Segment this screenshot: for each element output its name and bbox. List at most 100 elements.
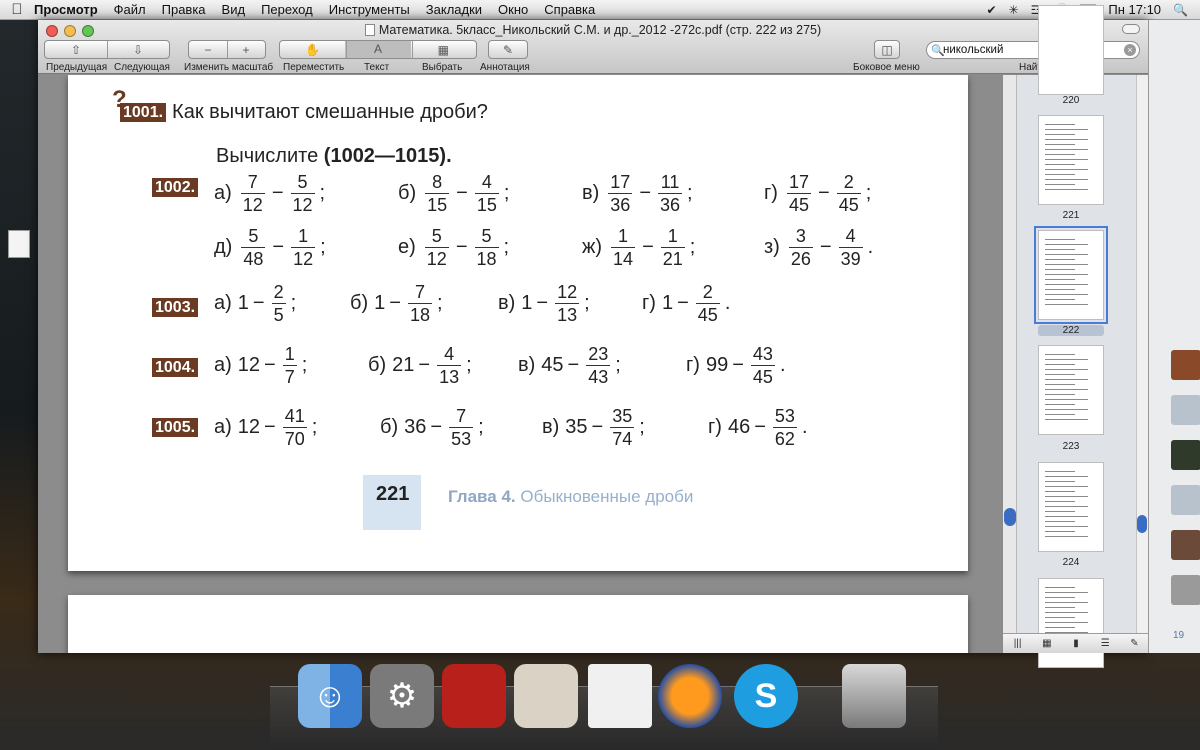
minus-sign: − [430, 416, 443, 438]
thumbnail-page-label[interactable]: 224 [1038, 557, 1104, 568]
thumbnail-page-label[interactable]: 220 [1038, 95, 1104, 106]
skype-icon[interactable]: S [734, 664, 798, 728]
minus-sign: − [389, 292, 401, 314]
page-thumbnail[interactable] [1038, 5, 1104, 95]
avatar[interactable] [1171, 530, 1200, 560]
problem-item: д) 5 48−1 12; [214, 227, 326, 268]
trash-icon[interactable] [842, 664, 906, 728]
zoom-label[interactable]: Изменить масштаб [184, 62, 273, 73]
photo-booth-icon[interactable] [442, 664, 506, 728]
punctuation: . [779, 354, 786, 376]
menu-window[interactable]: Окно [498, 2, 528, 17]
menu-app-name[interactable]: Просмотр [34, 2, 98, 17]
prev-page-icon[interactable]: ⇧ [45, 43, 107, 57]
desktop-file-icon[interactable] [8, 230, 30, 258]
denominator: 36 [608, 193, 633, 215]
notes-view-icon[interactable]: ✎ [1120, 638, 1149, 649]
pdf-page: ? 1001. Как вычитают смешанные дроби? Вы… [68, 75, 968, 571]
zoom-out-icon[interactable]: − [189, 43, 227, 57]
contents-view-icon[interactable]: ||| [1003, 638, 1032, 649]
annotation-label[interactable]: Аннотация [480, 62, 530, 73]
denominator: 43 [586, 365, 611, 387]
problem-item: г) 17 45−2 45; [764, 173, 871, 214]
firefox-icon[interactable] [658, 664, 722, 728]
thumb-view-icon[interactable]: ▮ [1061, 638, 1090, 649]
thumbnail-page-label[interactable]: 221 [1038, 210, 1104, 221]
bluetooth-icon[interactable]: ✳ [1009, 3, 1019, 17]
page-thumbnail[interactable] [1034, 226, 1108, 324]
move-tool-label[interactable]: Переместить [283, 62, 344, 73]
numerator: 2 [843, 172, 854, 192]
menu-bookmarks[interactable]: Закладки [426, 2, 482, 17]
sidebar-right-scrollbar[interactable] [1136, 75, 1148, 653]
clear-search-icon[interactable]: × [1124, 44, 1136, 56]
thumbnail-page-label[interactable]: 222 [1038, 325, 1104, 336]
menu-go[interactable]: Переход [261, 2, 313, 17]
sidebar-scrollbar[interactable] [1003, 75, 1017, 653]
select-tool-icon[interactable]: ▦ [411, 43, 476, 57]
page-thumbnail[interactable] [1038, 578, 1104, 668]
next-page-icon[interactable]: ⇩ [107, 43, 169, 57]
toolbar-toggle-button[interactable] [1122, 24, 1140, 34]
status-check-icon[interactable]: ✔ [987, 3, 997, 17]
search-field[interactable]: 🔍 никольский × [926, 41, 1140, 59]
item-letter: а) [214, 182, 232, 204]
punctuation: ; [503, 236, 510, 258]
minus-sign: − [271, 182, 284, 204]
apple-menu-icon[interactable]:  [0, 1, 34, 18]
punctuation: ; [865, 182, 872, 204]
grid-view-icon[interactable]: ▦ [1032, 638, 1061, 649]
menu-tools[interactable]: Инструменты [329, 2, 410, 17]
system-preferences-icon[interactable]: ⚙ [370, 664, 434, 728]
spotlight-icon[interactable]: 🔍 [1173, 3, 1188, 17]
prev-page-label[interactable]: Предыдущая [46, 62, 107, 73]
sidebar-toggle-button[interactable]: ◫ [874, 40, 900, 59]
hand-tool-icon[interactable]: ✋ [280, 43, 345, 57]
page-thumbnail[interactable] [1038, 462, 1104, 552]
menu-help[interactable]: Справка [544, 2, 595, 17]
avatar[interactable] [1171, 440, 1200, 470]
thumbnail-page-label[interactable]: 223 [1038, 441, 1104, 452]
numerator: 8 [432, 172, 443, 192]
menu-clock[interactable]: Пн 17:10 [1108, 2, 1161, 17]
sidebar-label[interactable]: Боковое меню [853, 62, 920, 73]
denominator: 70 [282, 427, 307, 449]
text-tool-icon[interactable]: A [345, 41, 411, 58]
thumbnail-sidebar[interactable]: 220 221 222 223 224 ||| ▦ ▮ ☰ ✎ [1002, 5, 1149, 668]
menu-view[interactable]: Вид [222, 2, 246, 17]
text-tool-label[interactable]: Текст [364, 62, 389, 73]
sidebar-right-scroll-knob[interactable] [1137, 515, 1147, 533]
avatar[interactable] [1171, 575, 1200, 605]
sidebar-icon: ◫ [881, 42, 893, 57]
annotation-button[interactable]: ✎ [488, 40, 528, 59]
zoom-in-icon[interactable]: + [227, 43, 265, 57]
fraction: 2 45 [836, 172, 861, 214]
avatar[interactable] [1171, 485, 1200, 515]
document-app-icon[interactable] [588, 664, 652, 728]
avatar[interactable] [1171, 395, 1200, 425]
page-thumbnail[interactable] [1038, 115, 1104, 205]
item-letter: в) [582, 182, 600, 204]
punctuation: ; [290, 292, 297, 314]
menu-file[interactable]: Файл [114, 2, 146, 17]
minus-sign: − [272, 236, 285, 258]
preview-app-icon[interactable] [514, 664, 578, 728]
avatar[interactable] [1171, 350, 1200, 380]
window-title: Математика. 5класс_Никольский С.М. и др.… [38, 23, 1148, 37]
item-letter: г) [708, 416, 722, 438]
page-thumbnail[interactable] [1038, 345, 1104, 435]
chapter-title: Глава 4. Обыкновенные дроби [448, 487, 693, 507]
fraction: 53 62 [772, 407, 797, 448]
numerator: 2 [273, 282, 284, 302]
finder-icon[interactable]: ☺ [298, 664, 362, 728]
denominator: 7 [282, 365, 297, 387]
punctuation: ; [584, 292, 590, 314]
sidebar-scroll-knob[interactable] [1004, 508, 1016, 526]
denominator: 18 [474, 247, 499, 269]
next-page-label[interactable]: Следующая [114, 62, 170, 73]
menu-edit[interactable]: Правка [162, 2, 206, 17]
select-tool-label[interactable]: Выбрать [422, 62, 462, 73]
list-view-icon[interactable]: ☰ [1091, 638, 1120, 649]
document-view[interactable]: ? 1001. Как вычитают смешанные дроби? Вы… [38, 75, 1002, 653]
problem-item: б) 21−4 13; [368, 345, 472, 386]
